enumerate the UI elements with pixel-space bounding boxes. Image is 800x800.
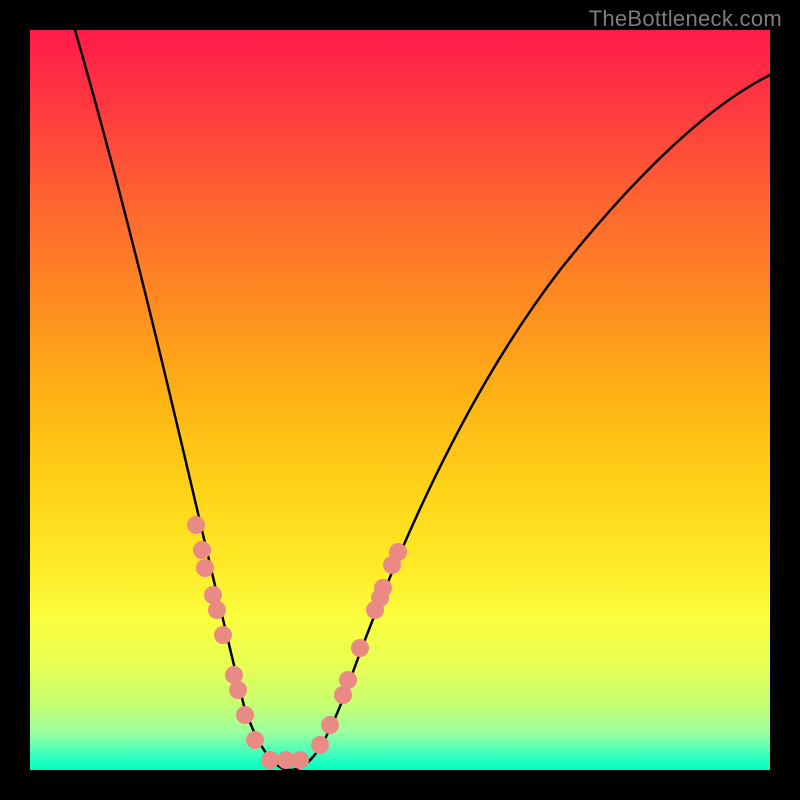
data-point [229, 681, 247, 699]
data-point [236, 706, 254, 724]
data-point [196, 559, 214, 577]
data-point [351, 639, 369, 657]
chart-svg [30, 30, 770, 770]
data-point [374, 579, 392, 597]
data-point [389, 543, 407, 561]
data-point [214, 626, 232, 644]
data-point [261, 751, 279, 769]
data-point [291, 751, 309, 769]
data-point [311, 736, 329, 754]
data-points-group [187, 516, 407, 769]
data-point [208, 601, 226, 619]
data-point [193, 541, 211, 559]
watermark-text: TheBottleneck.com [589, 6, 782, 32]
data-point [339, 671, 357, 689]
bottleneck-curve [75, 30, 770, 770]
data-point [321, 716, 339, 734]
data-point [187, 516, 205, 534]
chart-plot-area [30, 30, 770, 770]
data-point [246, 731, 264, 749]
